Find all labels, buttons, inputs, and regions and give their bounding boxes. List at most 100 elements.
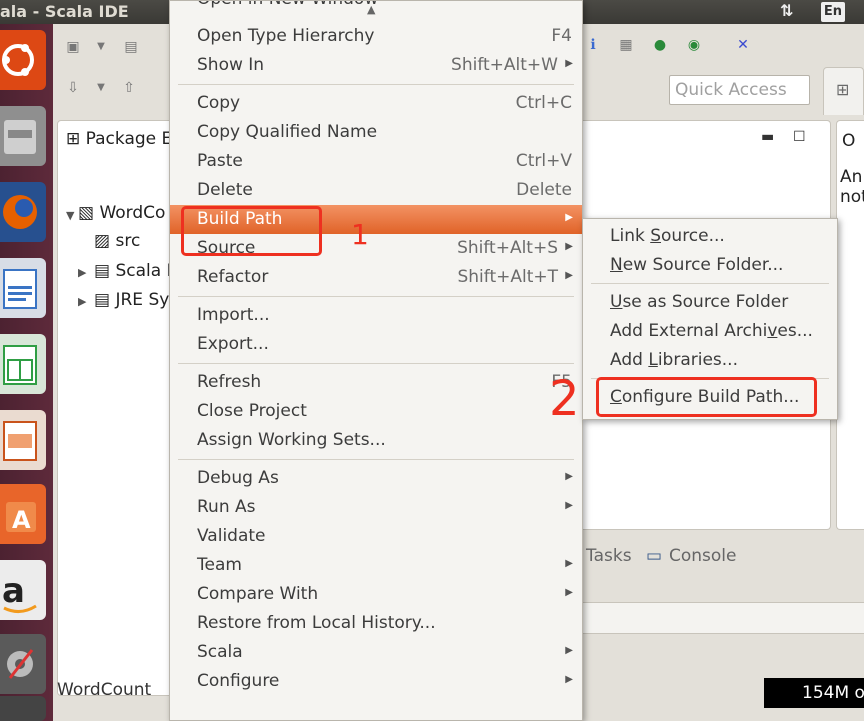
tasks-icon[interactable]: ▦	[616, 35, 636, 55]
scala-run-icon[interactable]: ●	[650, 35, 670, 55]
menu-item-assign-working-sets[interactable]: Assign Working Sets...	[170, 426, 582, 455]
new-icon[interactable]: ▣	[63, 37, 83, 57]
menu-item-paste[interactable]: Paste Ctrl+V	[170, 147, 582, 176]
library-icon: ▤	[94, 261, 116, 281]
calc-icon[interactable]	[0, 334, 46, 394]
minimize-icon[interactable]: ▬	[761, 129, 774, 145]
back-icon[interactable]: ⇩	[63, 78, 83, 98]
submenu-item-add-external-archives[interactable]: Add External Archives...	[583, 317, 837, 346]
tab-tasks[interactable]: Tasks	[586, 546, 632, 566]
menu-item-shortcut: Shift+Alt+W	[451, 55, 558, 75]
menu-item-refresh[interactable]: Refresh F5	[170, 368, 582, 397]
submenu-item-add-libraries[interactable]: Add Libraries...	[583, 346, 837, 375]
menu-separator	[591, 283, 829, 284]
menu-item-label: Configure	[197, 671, 280, 691]
menu-item-label: Validate	[197, 526, 266, 546]
unity-launcher: A a	[0, 24, 53, 721]
tree-item-scala-library[interactable]: ▤ Scala L	[94, 261, 176, 281]
tree-collapsed-icon[interactable]: ▶	[78, 295, 86, 308]
menu-item-team[interactable]: Team ▶	[170, 551, 582, 580]
svg-text:a: a	[2, 571, 25, 611]
svg-text:A: A	[12, 506, 31, 534]
submenu-arrow-icon: ▶	[565, 587, 573, 598]
menu-item-shortcut: Delete	[516, 180, 572, 200]
menu-item-copy[interactable]: Copy Ctrl+C	[170, 89, 582, 118]
menu-item-shortcut: Shift+Alt+T	[457, 267, 558, 287]
tree-item-project[interactable]: ▧ WordCo	[78, 203, 165, 223]
menu-item-label: Delete	[197, 180, 253, 200]
info-icon[interactable]: ℹ	[583, 35, 603, 55]
menu-item-label: Debug As	[197, 468, 279, 488]
menu-item-run-as[interactable]: Run As ▶	[170, 493, 582, 522]
context-menu: ▲ Open in New WindowOpen Type HierarchyF…	[169, 0, 583, 721]
forward-icon[interactable]: ⇧	[119, 78, 139, 98]
amazon-icon[interactable]: a	[0, 560, 46, 620]
status-selected-project: WordCount	[57, 680, 152, 700]
open-perspective-icon[interactable]: ⊞	[823, 67, 864, 115]
menu-item-label: Close Project	[197, 401, 307, 421]
tab-console[interactable]: Console	[669, 546, 737, 566]
tree-item-jre-system[interactable]: ▤ JRE Sy	[94, 290, 169, 310]
scala-debug-icon[interactable]: ◉	[684, 35, 704, 55]
submenu-arrow-icon: ▶	[565, 500, 573, 511]
menu-item-restore-from-local-history[interactable]: Restore from Local History...	[170, 609, 582, 638]
menu-item-copy-qualified-name[interactable]: Copy Qualified Name	[170, 118, 582, 147]
tree-collapsed-icon[interactable]: ▶	[78, 266, 86, 279]
menu-item-refactor[interactable]: Refactor Shift+Alt+T ▶	[170, 263, 582, 292]
menu-item-export[interactable]: Export...	[170, 330, 582, 359]
maximize-icon[interactable]: ☐	[793, 129, 806, 145]
menu-item-delete[interactable]: Delete Delete	[170, 176, 582, 205]
menu-item-close-project[interactable]: Close Project	[170, 397, 582, 426]
submenu-item-link-source[interactable]: Link Source...	[583, 222, 837, 251]
heap-status[interactable]: 154M o	[764, 678, 864, 708]
package-explorer-tab[interactable]: ⊞ Package E	[66, 129, 172, 149]
ubuntu-icon[interactable]	[0, 30, 46, 90]
highlight-configure-build-path	[596, 377, 817, 417]
tree-item-src[interactable]: ▨ src	[94, 231, 140, 251]
menu-separator	[178, 84, 574, 85]
network-indicator-icon[interactable]: ⇅	[780, 1, 793, 20]
software-center-icon[interactable]: A	[0, 484, 46, 544]
menu-item-configure[interactable]: Configure ▶	[170, 667, 582, 696]
tree-expanded-icon[interactable]: ▼	[66, 209, 74, 222]
chevron-down-icon[interactable]: ▼	[91, 37, 111, 57]
submenu-item-new-source-folder[interactable]: New Source Folder...	[583, 251, 837, 280]
keyboard-language-indicator[interactable]: En	[821, 2, 845, 22]
menu-item-compare-with[interactable]: Compare With ▶	[170, 580, 582, 609]
submenu-item-label: Add Libraries...	[610, 350, 738, 370]
menu-item-import[interactable]: Import...	[170, 301, 582, 330]
menu-separator	[178, 459, 574, 460]
files-icon[interactable]	[0, 106, 46, 166]
menu-item-label: Show In	[197, 55, 265, 75]
library-icon: ▤	[94, 290, 116, 310]
writer-icon[interactable]	[0, 258, 46, 318]
source-folder-icon: ▨	[94, 231, 116, 251]
settings-icon[interactable]	[0, 634, 46, 694]
submenu-item-label: Use as Source Folder	[610, 292, 789, 312]
outline-message: not	[840, 187, 864, 207]
menu-item-open-type-hierarchy[interactable]: Open Type Hierarchy F4	[170, 22, 582, 51]
pin-icon[interactable]: ✕	[733, 35, 753, 55]
menu-item-label: Open in New Window	[197, 1, 378, 9]
menu-item-open-in-new-window[interactable]: Open in New Window	[170, 1, 582, 17]
menu-item-shortcut: Shift+Alt+S	[457, 238, 558, 258]
save-icon[interactable]: ▤	[121, 37, 141, 57]
submenu-item-use-as-source-folder[interactable]: Use as Source Folder	[583, 288, 837, 317]
menu-item-show-in[interactable]: Show In Shift+Alt+W ▶	[170, 51, 582, 80]
impress-icon[interactable]	[0, 410, 46, 470]
submenu-item-label: Link Source...	[610, 226, 725, 246]
firefox-icon[interactable]	[0, 182, 46, 242]
menu-item-debug-as[interactable]: Debug As ▶	[170, 464, 582, 493]
outline-tab[interactable]: O	[842, 131, 855, 151]
menu-item-label: Restore from Local History...	[197, 613, 436, 633]
quick-access-input[interactable]: Quick Access	[669, 75, 810, 105]
submenu-arrow-icon: ▶	[565, 674, 573, 685]
chevron-down-icon[interactable]: ▼	[91, 78, 111, 98]
menu-item-label: Paste	[197, 151, 243, 171]
menu-item-validate[interactable]: Validate	[170, 522, 582, 551]
submenu-arrow-icon: ▶	[565, 241, 573, 252]
outline-message: An	[840, 167, 863, 187]
menu-item-shortcut: F4	[551, 26, 572, 46]
menu-item-scala[interactable]: Scala ▶	[170, 638, 582, 667]
workspace-icon[interactable]	[0, 696, 46, 721]
